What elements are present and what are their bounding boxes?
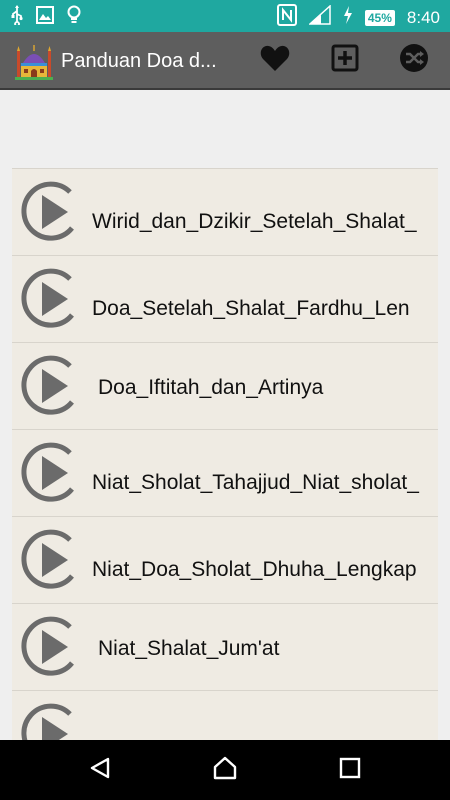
home-icon: [212, 755, 238, 786]
clock: 8:40: [406, 7, 440, 27]
play-circle-icon: [20, 439, 86, 507]
list-item[interactable]: [12, 690, 438, 740]
shuffle-button[interactable]: [396, 42, 432, 78]
mosque-logo-icon: [14, 41, 54, 81]
list-item[interactable]: Wirid_dan_Dzikir_Setelah_Shalat_Lengkap: [12, 168, 438, 255]
content-area: Wirid_dan_Dzikir_Setelah_Shalat_Lengkap …: [0, 90, 450, 740]
play-circle-icon: [20, 352, 86, 420]
play-circle-icon: [20, 265, 86, 333]
list-item-label: [92, 732, 420, 740]
audio-list: Wirid_dan_Dzikir_Setelah_Shalat_Lengkap …: [12, 168, 438, 740]
add-button[interactable]: [327, 42, 363, 78]
charging-icon: [343, 6, 353, 29]
play-circle-icon: [20, 178, 86, 246]
play-circle-icon: [20, 526, 86, 594]
status-bar: 45% 8:40: [0, 0, 450, 32]
add-box-icon: [331, 44, 359, 77]
list-item[interactable]: Doa_Iftitah_dan_Artinya: [12, 342, 438, 429]
recents-button[interactable]: [333, 753, 367, 787]
status-left-icons: [10, 5, 82, 30]
shuffle-icon: [399, 43, 429, 78]
home-button[interactable]: [208, 753, 242, 787]
image-icon: [36, 6, 54, 29]
heart-icon: [260, 44, 290, 77]
recents-square-icon: [339, 757, 361, 784]
back-triangle-icon: [88, 756, 112, 785]
action-bar: Panduan Doa d...: [0, 32, 450, 90]
list-item[interactable]: Niat_Doa_Sholat_Dhuha_Lengkap: [12, 516, 438, 603]
navigation-bar: [0, 740, 450, 800]
nfc-icon: [276, 4, 297, 31]
list-item-label: Doa_Iftitah_dan_Artinya: [98, 376, 324, 399]
play-circle-icon: [20, 613, 86, 681]
list-item[interactable]: Niat_Shalat_Jum'at: [12, 603, 438, 690]
app-title: Panduan Doa d...: [61, 50, 217, 72]
list-item-label: Doa_Setelah_Shalat_Fardhu_Lengkap: [92, 297, 410, 322]
list-item-label: Niat_Doa_Sholat_Dhuha_Lengkap: [92, 558, 417, 581]
list-item-label: Niat_Shalat_Jum'at: [98, 637, 280, 660]
signal-icon: [307, 4, 331, 30]
back-button[interactable]: [83, 753, 117, 787]
play-circle-icon: [20, 700, 86, 740]
list-item[interactable]: Doa_Setelah_Shalat_Fardhu_Lengkap: [12, 255, 438, 342]
list-item[interactable]: Niat_Sholat_Tahajjud_Niat_sholat_Sunnah_…: [12, 429, 438, 516]
list-item-label: Niat_Sholat_Tahajjud_Niat_sholat_Sunnah_…: [92, 471, 419, 496]
status-right-icons: 45% 8:40: [276, 4, 440, 31]
lightbulb-icon: [66, 5, 82, 30]
list-item-label: Wirid_dan_Dzikir_Setelah_Shalat_Lengkap: [92, 210, 417, 235]
favorites-button[interactable]: [257, 42, 293, 78]
usb-icon: [10, 5, 24, 30]
battery-level: 45%: [364, 9, 395, 26]
